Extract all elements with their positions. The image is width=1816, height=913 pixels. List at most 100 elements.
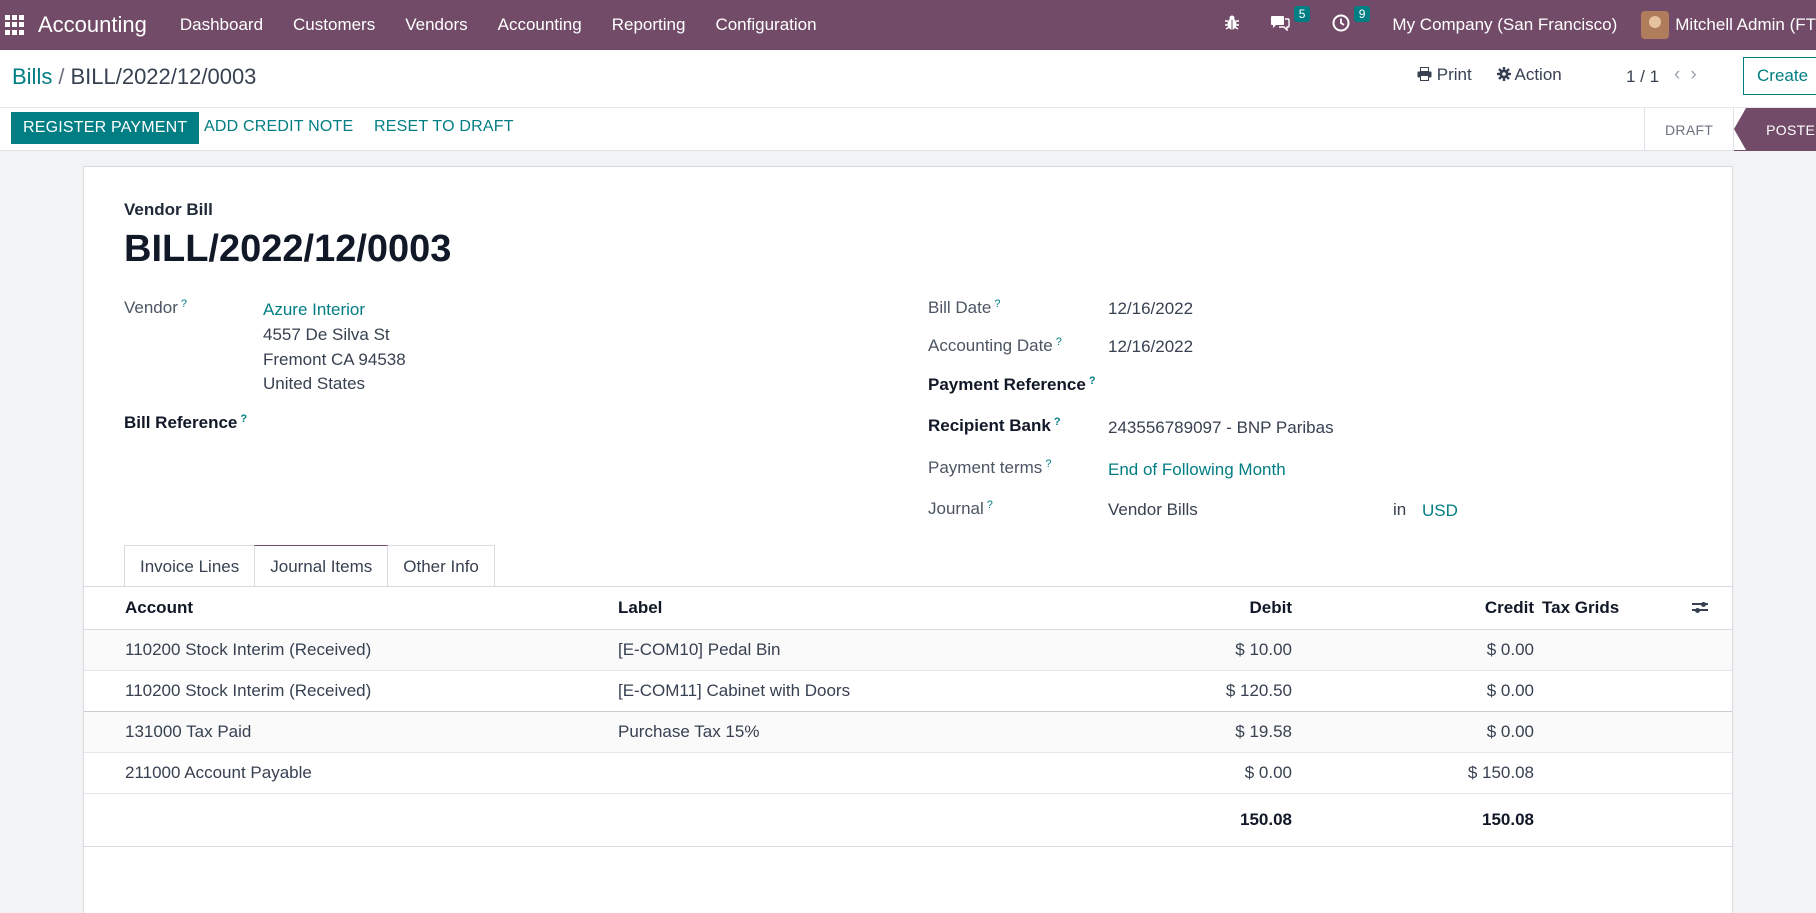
column-label[interactable]: Label xyxy=(618,598,662,618)
vendor-label: Vendor? xyxy=(124,298,188,317)
row-credit: $ 0.00 xyxy=(1486,681,1534,700)
stage-posted[interactable]: POSTED xyxy=(1733,108,1816,151)
breadcrumb-current: BILL/2022/12/0003 xyxy=(70,64,257,89)
payment-terms-label: Payment terms? xyxy=(928,458,1052,477)
row-debit: $ 120.50 xyxy=(1225,681,1292,700)
help-icon[interactable]: ? xyxy=(994,298,1000,310)
help-icon[interactable]: ? xyxy=(987,499,993,511)
chat-icon[interactable]: 5 xyxy=(1270,6,1311,36)
pager-value[interactable]: 1 / 1 xyxy=(1626,67,1659,87)
avatar[interactable] xyxy=(1641,11,1670,39)
vendor-address-line: 4557 De Silva St xyxy=(263,325,390,344)
reset-to-draft-button[interactable]: RESET TO DRAFT xyxy=(374,118,514,136)
payment-reference-label: Payment Reference? xyxy=(928,375,1096,394)
printer-icon xyxy=(1417,67,1432,81)
accounting-date-field[interactable]: 12/16/2022 xyxy=(1108,337,1193,357)
tab-other-info[interactable]: Other Info xyxy=(387,545,495,587)
payment-terms-field[interactable]: End of Following Month xyxy=(1108,460,1286,480)
row-label: Purchase Tax 15% xyxy=(618,722,760,741)
main-menu: Dashboard Customers Vendors Accounting R… xyxy=(165,0,832,50)
menu-reporting[interactable]: Reporting xyxy=(597,0,701,50)
journal-items-table: Account Label Debit Credit Tax Grids 110… xyxy=(84,587,1732,847)
menu-customers[interactable]: Customers xyxy=(278,0,390,50)
menu-accounting[interactable]: Accounting xyxy=(483,0,597,50)
column-credit[interactable]: Credit xyxy=(1485,598,1534,618)
form-sheet: Vendor Bill BILL/2022/12/0003 Vendor? Az… xyxy=(83,166,1733,913)
bill-date-field[interactable]: 12/16/2022 xyxy=(1108,299,1193,319)
bug-icon[interactable] xyxy=(1224,14,1240,36)
column-debit[interactable]: Debit xyxy=(1250,598,1293,618)
table-row[interactable]: 110200 Stock Interim (Received) [E-COM10… xyxy=(84,630,1732,671)
row-debit: $ 10.00 xyxy=(1235,640,1292,659)
company-switcher[interactable]: My Company (San Francisco) xyxy=(1392,15,1617,35)
top-navbar: Accounting Dashboard Customers Vendors A… xyxy=(0,0,1816,50)
vendor-address-line: United States xyxy=(263,374,366,393)
pager-arrows: ‹› xyxy=(1674,64,1707,86)
breadcrumb: Bills / BILL/2022/12/0003 xyxy=(12,64,257,89)
table-row[interactable]: 211000 Account Payable $ 0.00 $ 150.08 xyxy=(84,753,1732,794)
total-credit: 150.08 xyxy=(1482,810,1534,829)
table-row[interactable]: 110200 Stock Interim (Received) [E-COM11… xyxy=(84,671,1732,712)
action-label: Action xyxy=(1514,65,1562,84)
column-account[interactable]: Account xyxy=(125,598,193,618)
control-actions: Print Action xyxy=(1417,65,1587,85)
table-totals: 150.08 150.08 xyxy=(84,794,1732,847)
chevron-right-icon[interactable]: › xyxy=(1690,64,1706,85)
add-credit-note-button[interactable]: ADD CREDIT NOTE xyxy=(204,118,353,136)
sliders-icon[interactable] xyxy=(1692,598,1708,618)
print-label: Print xyxy=(1436,65,1472,84)
apps-grid-icon[interactable] xyxy=(5,15,25,35)
page-title: BILL/2022/12/0003 xyxy=(124,228,452,270)
bill-date-label: Bill Date? xyxy=(928,298,1001,317)
status-stages: DRAFT POSTED xyxy=(1644,108,1816,151)
row-account: 110200 Stock Interim (Received) xyxy=(125,681,372,700)
journal-field[interactable]: Vendor Bills xyxy=(1108,500,1198,520)
activities-badge: 9 xyxy=(1353,5,1371,22)
document-type: Vendor Bill xyxy=(124,200,213,219)
row-account: 211000 Account Payable xyxy=(125,763,312,782)
row-credit: $ 0.00 xyxy=(1486,722,1534,741)
create-button[interactable]: Create xyxy=(1743,57,1816,95)
row-account: 131000 Tax Paid xyxy=(125,722,252,741)
row-label: [E-COM11] Cabinet with Doors xyxy=(618,681,851,700)
tab-invoice-lines[interactable]: Invoice Lines xyxy=(124,545,256,587)
systray: 5 9 My Company (San Francisco) Mitchell … xyxy=(1212,0,1816,50)
help-icon[interactable]: ? xyxy=(1089,375,1096,387)
row-credit: $ 150.08 xyxy=(1467,763,1534,782)
menu-dashboard[interactable]: Dashboard xyxy=(165,0,278,50)
row-label: [E-COM10] Pedal Bin xyxy=(618,640,781,659)
help-icon[interactable]: ? xyxy=(240,413,247,425)
table-row[interactable]: 131000 Tax Paid Purchase Tax 15% $ 19.58… xyxy=(84,712,1732,753)
help-icon[interactable]: ? xyxy=(1054,416,1061,428)
app-brand[interactable]: Accounting xyxy=(38,12,147,38)
action-button[interactable]: Action xyxy=(1496,65,1562,85)
help-icon[interactable]: ? xyxy=(1045,458,1051,470)
chevron-left-icon[interactable]: ‹ xyxy=(1674,64,1690,85)
vendor-address-line: Fremont CA 94538 xyxy=(263,350,406,369)
control-panel: Bills / BILL/2022/12/0003 Print Action 1 /… xyxy=(0,50,1816,108)
table-header: Account Label Debit Credit Tax Grids xyxy=(84,587,1732,630)
in-label: in xyxy=(1393,500,1407,519)
breadcrumb-bills[interactable]: Bills xyxy=(12,64,52,89)
recipient-bank-label: Recipient Bank? xyxy=(928,416,1061,435)
clock-icon[interactable]: 9 xyxy=(1332,5,1371,37)
menu-vendors[interactable]: Vendors xyxy=(390,0,482,50)
journal-label: Journal? xyxy=(928,499,993,518)
user-menu[interactable]: Mitchell Admin (FT xyxy=(1675,15,1816,35)
menu-configuration[interactable]: Configuration xyxy=(700,0,831,50)
currency-field[interactable]: USD xyxy=(1422,501,1458,521)
status-bar: REGISTER PAYMENT ADD CREDIT NOTE RESET T… xyxy=(0,108,1816,151)
row-debit: $ 19.58 xyxy=(1235,722,1292,741)
help-icon[interactable]: ? xyxy=(181,298,187,310)
messages-badge: 5 xyxy=(1293,6,1311,22)
column-tax-grids[interactable]: Tax Grids xyxy=(1542,598,1619,618)
recipient-bank-field[interactable]: 243556789097 - BNP Paribas xyxy=(1108,418,1334,438)
tab-journal-items[interactable]: Journal Items xyxy=(254,545,389,587)
stage-draft[interactable]: DRAFT xyxy=(1644,108,1733,151)
print-button[interactable]: Print xyxy=(1417,65,1472,85)
help-icon[interactable]: ? xyxy=(1056,336,1062,348)
vendor-field[interactable]: Azure Interior xyxy=(263,300,365,320)
register-payment-button[interactable]: REGISTER PAYMENT xyxy=(11,112,200,144)
notebook-tabs: Invoice Lines Journal Items Other Info xyxy=(124,545,495,587)
bill-reference-label: Bill Reference? xyxy=(124,413,248,432)
